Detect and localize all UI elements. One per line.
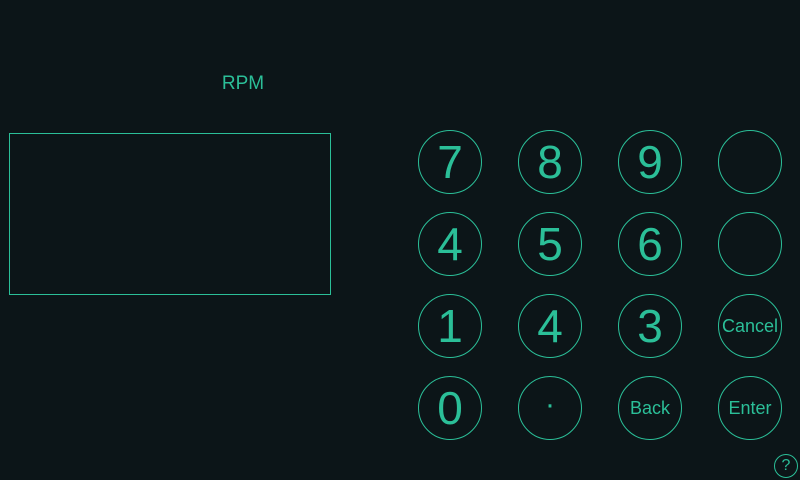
key-2[interactable]: 4 [518,294,582,358]
key-1[interactable]: 1 [418,294,482,358]
key-5[interactable]: 5 [518,212,582,276]
key-7[interactable]: 7 [418,130,482,194]
key-8[interactable]: 8 [518,130,582,194]
key-9[interactable]: 9 [618,130,682,194]
key-blank-2[interactable] [718,212,782,276]
help-icon: ? [781,457,791,474]
key-4[interactable]: 4 [418,212,482,276]
help-button[interactable]: ? [774,454,798,478]
back-button[interactable]: Back [618,376,682,440]
value-display [9,133,331,295]
unit-label: RPM [221,73,265,94]
enter-button[interactable]: Enter [718,376,782,440]
key-3[interactable]: 3 [618,294,682,358]
key-decimal-point[interactable]: · [518,376,582,440]
key-0[interactable]: 0 [418,376,482,440]
key-blank-1[interactable] [718,130,782,194]
key-6[interactable]: 6 [618,212,682,276]
cancel-button[interactable]: Cancel [718,294,782,358]
numeric-entry-screen: RPM 7 8 9 4 5 6 1 4 3 Cancel 0 · Back En… [0,0,800,480]
